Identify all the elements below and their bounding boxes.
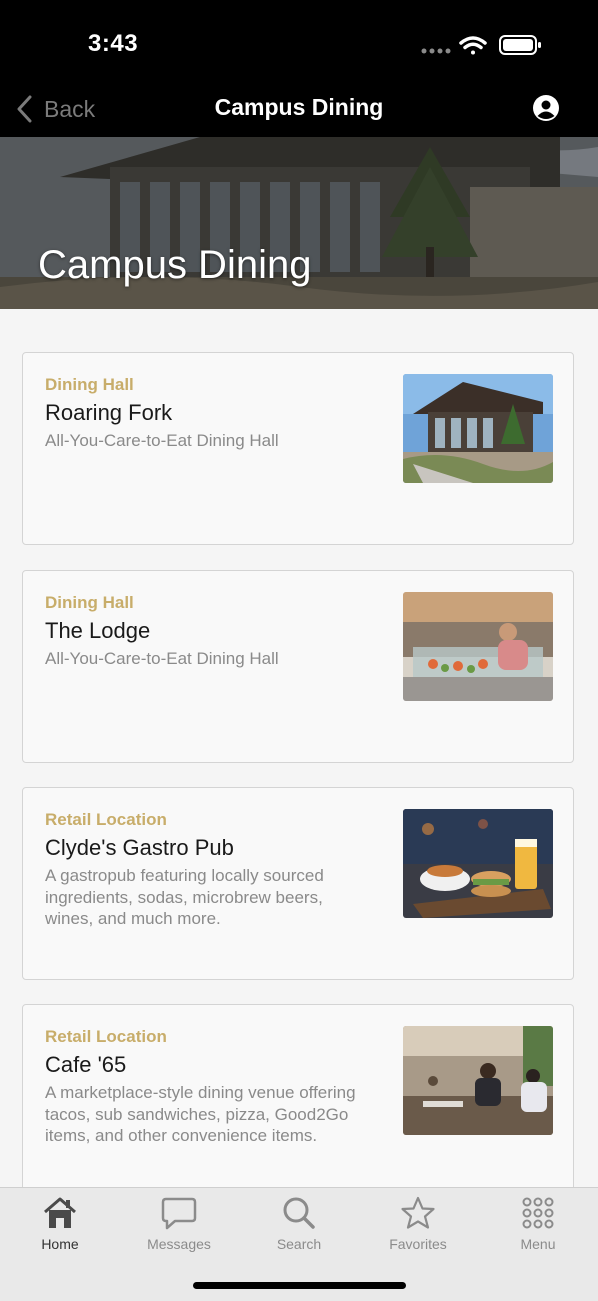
card-title: The Lodge (45, 618, 151, 643)
tab-search[interactable]: Search (239, 1188, 359, 1268)
message-icon (161, 1197, 197, 1230)
home-icon (44, 1197, 76, 1228)
roaring-fork-image (403, 374, 553, 483)
tab-label: Messages (147, 1236, 211, 1252)
card-category: Retail Location (45, 1027, 167, 1046)
star-icon (401, 1196, 435, 1229)
wifi-icon (459, 36, 487, 55)
cellular-signal-icon (421, 48, 451, 54)
status-bar: 3:43 (0, 0, 598, 82)
card-title: Cafe '65 (45, 1052, 127, 1077)
nav-title: Campus Dining (214, 94, 384, 120)
the-lodge-image (403, 592, 553, 701)
profile-icon[interactable] (532, 94, 560, 122)
cafe-65-image (403, 1026, 553, 1135)
tab-label: Home (41, 1236, 79, 1252)
card-title: Roaring Fork (45, 400, 173, 425)
home-indicator[interactable] (193, 1282, 406, 1289)
tab-label: Search (276, 1236, 322, 1252)
search-icon (283, 1197, 315, 1229)
tab-home[interactable]: Home (0, 1188, 120, 1268)
battery-icon (499, 35, 541, 55)
hero-title: Campus Dining (38, 243, 312, 287)
card-category: Retail Location (45, 810, 167, 829)
tab-messages[interactable]: Messages (119, 1188, 239, 1268)
card-title: Clyde's Gastro Pub (45, 835, 234, 860)
status-icons (421, 35, 541, 55)
dining-card-cafe-65[interactable]: Retail Location Cafe '65 A marketplace-s… (22, 1004, 574, 1204)
grid-icon (522, 1197, 554, 1229)
tab-menu[interactable]: Menu (478, 1188, 598, 1268)
navigation-bar: Back Campus Dining (0, 82, 598, 137)
card-description: All-You-Care-to-Eat Dining Hall (45, 649, 279, 668)
dining-card-clydes-gastro-pub[interactable]: Retail Location Clyde's Gastro Pub A gas… (22, 787, 574, 980)
status-time: 3:43 (88, 30, 139, 57)
hero-banner: Campus Dining (0, 137, 598, 309)
card-description: A marketplace-style dining venue offerin… (45, 1083, 356, 1145)
tab-label: Favorites (389, 1236, 447, 1252)
card-category: Dining Hall (45, 375, 134, 394)
card-description: A gastropub featuring locally sourced in… (45, 866, 324, 928)
tab-label: Menu (520, 1236, 556, 1252)
card-description: All-You-Care-to-Eat Dining Hall (45, 431, 279, 450)
card-category: Dining Hall (45, 593, 134, 612)
dining-card-roaring-fork[interactable]: Dining Hall Roaring Fork All-You-Care-to… (22, 352, 574, 545)
tab-favorites[interactable]: Favorites (358, 1188, 478, 1268)
clydes-gastro-pub-image (403, 809, 553, 918)
dining-card-the-lodge[interactable]: Dining Hall The Lodge All-You-Care-to-Ea… (22, 570, 574, 763)
